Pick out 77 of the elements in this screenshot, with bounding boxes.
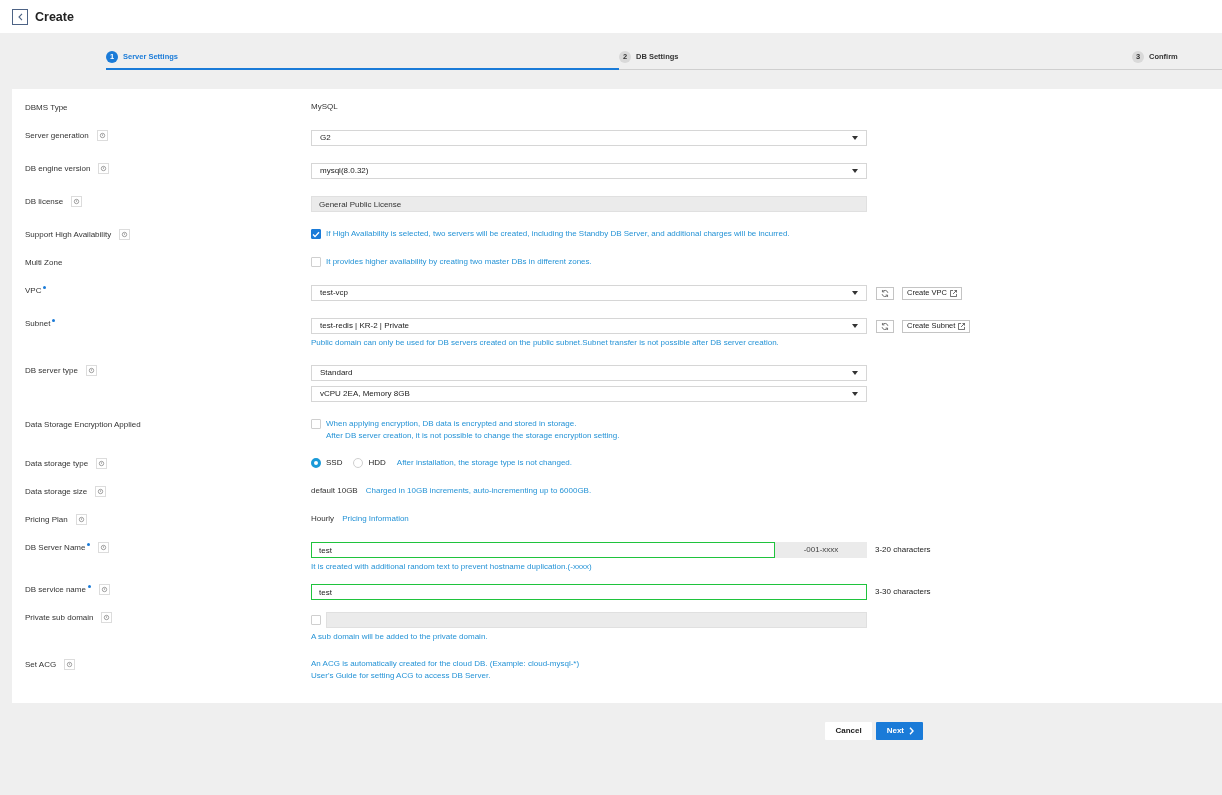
option-description: After DB server creation, it is not possible to change the storage encryption setting.	[326, 431, 620, 441]
checkbox[interactable]	[311, 229, 321, 239]
field-label: DBMS Type	[25, 103, 68, 113]
chevron-right-icon	[909, 727, 914, 735]
radio-option[interactable]: SSD	[311, 458, 343, 468]
caret-icon	[852, 136, 858, 140]
help-text: Public domain can only be used for DB servers created on the public subnet.Subnet transfer is not possible after DB server creation.	[311, 338, 780, 348]
help-icon[interactable]	[98, 584, 110, 595]
length-hint: 3-30 characters	[875, 587, 931, 597]
field-label: VPC	[25, 286, 42, 296]
field-label: Support High Availability	[25, 230, 112, 240]
help-icon[interactable]	[119, 229, 131, 240]
external-link-icon	[950, 289, 958, 297]
check-icon	[312, 230, 320, 238]
help-icon[interactable]	[75, 514, 87, 525]
dropdown[interactable]: Standard	[311, 365, 867, 381]
refresh-button[interactable]	[876, 286, 894, 300]
refresh-icon	[881, 288, 889, 298]
field-label: Private sub domain	[25, 613, 94, 623]
dropdown[interactable]: mysql(8.0.32)	[311, 163, 867, 179]
page-title: Create	[35, 8, 74, 25]
field-label: DB Server Name	[25, 543, 86, 553]
field-label: DB server type	[25, 366, 78, 376]
field-label: DB license	[25, 197, 64, 207]
radio-button[interactable]	[311, 458, 321, 468]
help-text: After installation, the storage type is not changed.	[396, 458, 572, 468]
option-description: If High Availability is selected, two servers will be created, including the Standby DB Server, and additional charges will be incurred.	[326, 229, 790, 239]
info-link[interactable]: Pricing Information	[342, 514, 409, 524]
help-text: User's Guide for setting ACG to access DB Server.	[311, 671, 492, 681]
chevron-left-icon	[17, 12, 23, 21]
refresh-button[interactable]	[876, 319, 894, 333]
help-text: It is created with additional random text to prevent hostname duplication.(-xxxx)	[311, 562, 593, 572]
input-suffix: -001-xxxx	[775, 542, 867, 558]
cancel-button[interactable]: Cancel	[825, 722, 872, 740]
option-description: When applying encryption, DB data is encrypted and stored in storage.	[326, 419, 578, 429]
external-link-icon	[958, 322, 966, 330]
field-label: Subnet	[25, 319, 51, 329]
field-value: Hourly	[311, 514, 335, 524]
caret-icon	[852, 291, 858, 295]
length-hint: 3-20 characters	[875, 545, 931, 555]
help-icon[interactable]	[95, 486, 107, 497]
caret-icon	[852, 392, 858, 396]
field-label: Pricing Plan	[25, 515, 68, 525]
caret-icon	[852, 169, 858, 173]
field-label: DB engine version	[25, 164, 91, 174]
field-label: Multi Zone	[25, 258, 63, 268]
next-button[interactable]: Next	[875, 722, 923, 740]
help-icon[interactable]	[96, 130, 108, 141]
dropdown[interactable]: test-vcp	[311, 285, 867, 301]
help-text: A sub domain will be added to the private domain.	[311, 632, 489, 642]
radio-button[interactable]	[353, 458, 364, 468]
field-label: DB service name	[25, 585, 86, 595]
help-icon[interactable]	[98, 542, 110, 553]
help-icon[interactable]	[64, 659, 76, 670]
field-label: Server generation	[25, 131, 89, 141]
help-icon[interactable]	[85, 365, 97, 376]
caret-icon	[852, 324, 858, 328]
field-label: Data storage size	[25, 487, 88, 497]
help-icon[interactable]	[96, 458, 108, 469]
back-button[interactable]	[12, 8, 28, 25]
radio-option[interactable]: HDD	[353, 458, 386, 468]
field-label: Data Storage Encryption Applied	[25, 420, 141, 430]
dropdown[interactable]: G2	[311, 130, 867, 146]
field-label: Set ACG	[25, 660, 57, 670]
refresh-icon	[881, 321, 889, 331]
text-input[interactable]: test	[311, 584, 867, 600]
option-description: It provides higher availability by creating two master DBs in different zones.	[326, 257, 592, 267]
field-label: Data storage type	[25, 459, 89, 469]
dropdown[interactable]: vCPU 2EA, Memory 8GB	[311, 386, 867, 402]
field-value: MySQL	[311, 102, 338, 112]
caret-icon	[852, 371, 858, 375]
help-text: An ACG is automatically created for the cloud DB. (Example: cloud-mysql-*)	[311, 659, 580, 669]
help-text: Charged in 10GB increments, auto-incrementing up to 6000GB.	[365, 486, 592, 496]
dropdown[interactable]: test-redis | KR-2 | Private	[311, 318, 867, 334]
text-input[interactable]: test	[311, 542, 775, 558]
help-icon[interactable]	[98, 163, 110, 174]
field-value: default 10GB	[311, 486, 358, 496]
